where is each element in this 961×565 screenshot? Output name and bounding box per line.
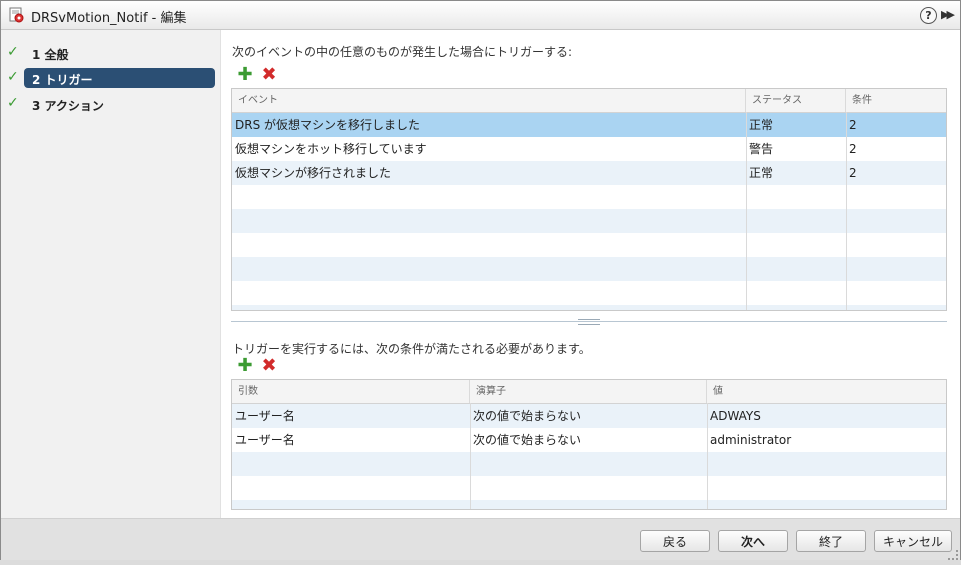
column-header-operator[interactable]: 演算子 [470, 380, 707, 403]
table-row[interactable]: ユーザー名 次の値で始まらない administrator [232, 428, 946, 452]
table-row[interactable]: 仮想マシンが移行されました 正常 2 [232, 161, 946, 185]
step-action[interactable]: ✓ 3 アクション [1, 94, 220, 114]
wizard-steps: ✓ 1 全般 ✓ 2 トリガー ✓ 3 アクション [1, 30, 221, 518]
step-general[interactable]: ✓ 1 全般 [1, 43, 220, 63]
column-divider [846, 112, 847, 310]
delete-condition-button[interactable]: ✖ [261, 355, 277, 376]
empty-row [232, 281, 946, 305]
delete-trigger-button[interactable]: ✖ [261, 64, 277, 85]
status-cell: 正常 [749, 166, 774, 180]
column-header-argument[interactable]: 引数 [232, 380, 470, 403]
dialog-title: DRSvMotion_Notif - 編集 [31, 11, 187, 26]
table-row[interactable]: 仮想マシンをホット移行しています 警告 2 [232, 137, 946, 161]
cancel-button[interactable]: キャンセル [874, 530, 952, 552]
empty-row [232, 452, 946, 476]
empty-row [232, 500, 946, 509]
add-icon: ✚ [237, 64, 253, 85]
empty-row [232, 185, 946, 209]
empty-row [232, 305, 946, 310]
step-label: 2 トリガー [32, 73, 93, 87]
step-trigger[interactable]: ✓ 2 トリガー [1, 68, 220, 88]
alarm-definition-icon [9, 7, 24, 23]
value-cell: administrator [710, 433, 792, 447]
conditions-cell: 2 [849, 166, 857, 180]
status-cell: 警告 [749, 142, 774, 156]
value-cell: ADWAYS [710, 409, 761, 423]
argument-cell: ユーザー名 [235, 409, 295, 423]
step-label: 3 アクション [32, 99, 104, 113]
condition-prompt: トリガーを実行するには、次の条件が満たされる必要があります。 [232, 342, 591, 356]
operator-cell: 次の値で始まらない [473, 409, 582, 423]
condition-table: 引数 演算子 値 ユーザー名 次の値で始まらない ADWAYS ユーザー名 次の… [231, 379, 947, 510]
event-cell: 仮想マシンをホット移行しています [235, 142, 427, 156]
event-cell: 仮想マシンが移行されました [235, 166, 392, 180]
expand-icon[interactable]: ▶▶ [941, 8, 955, 21]
check-icon: ✓ [7, 44, 19, 60]
column-header-conditions[interactable]: 条件 [846, 89, 946, 112]
background-strip [0, 560, 961, 565]
next-button[interactable]: 次へ [718, 530, 788, 552]
add-trigger-button[interactable]: ✚ [237, 64, 253, 85]
trigger-table: イベント ステータス 条件 DRS が仮想マシンを移行しました 正常 2 仮想マ… [231, 88, 947, 311]
event-cell: DRS が仮想マシンを移行しました [235, 118, 421, 132]
title-bar: DRSvMotion_Notif - 編集 ? ▶▶ [1, 1, 960, 30]
status-cell: 正常 [749, 118, 774, 132]
check-icon: ✓ [7, 95, 19, 111]
column-header-value[interactable]: 値 [707, 380, 946, 403]
column-header-event[interactable]: イベント [232, 89, 746, 112]
delete-icon: ✖ [261, 64, 277, 85]
step-label: 1 全般 [32, 48, 69, 62]
help-icon[interactable]: ? [920, 7, 937, 24]
empty-row [232, 209, 946, 233]
argument-cell: ユーザー名 [235, 433, 295, 447]
column-divider [707, 403, 708, 509]
back-button[interactable]: 戻る [640, 530, 710, 552]
table-row[interactable]: ユーザー名 次の値で始まらない ADWAYS [232, 404, 946, 428]
conditions-cell: 2 [849, 142, 857, 156]
empty-row [232, 476, 946, 500]
table-row[interactable]: DRS が仮想マシンを移行しました 正常 2 [232, 113, 946, 137]
empty-row [232, 233, 946, 257]
splitter-grip-icon[interactable] [578, 319, 600, 325]
table-header: イベント ステータス 条件 [232, 89, 946, 113]
check-icon: ✓ [7, 69, 19, 85]
dialog-footer: 戻る 次へ 終了 キャンセル [1, 518, 960, 561]
edit-alarm-dialog: DRSvMotion_Notif - 編集 ? ▶▶ ✓ 1 全般 ✓ 2 トリ… [0, 0, 961, 562]
delete-icon: ✖ [261, 355, 277, 376]
resize-grip-icon[interactable] [948, 550, 958, 560]
table-header: 引数 演算子 値 [232, 380, 946, 404]
empty-row [232, 257, 946, 281]
conditions-cell: 2 [849, 118, 857, 132]
column-divider [746, 112, 747, 310]
add-condition-button[interactable]: ✚ [237, 355, 253, 376]
add-icon: ✚ [237, 355, 253, 376]
operator-cell: 次の値で始まらない [473, 433, 582, 447]
column-divider [470, 403, 471, 509]
column-header-status[interactable]: ステータス [746, 89, 846, 112]
finish-button[interactable]: 終了 [796, 530, 866, 552]
trigger-prompt: 次のイベントの中の任意のものが発生した場合にトリガーする: [232, 45, 573, 59]
